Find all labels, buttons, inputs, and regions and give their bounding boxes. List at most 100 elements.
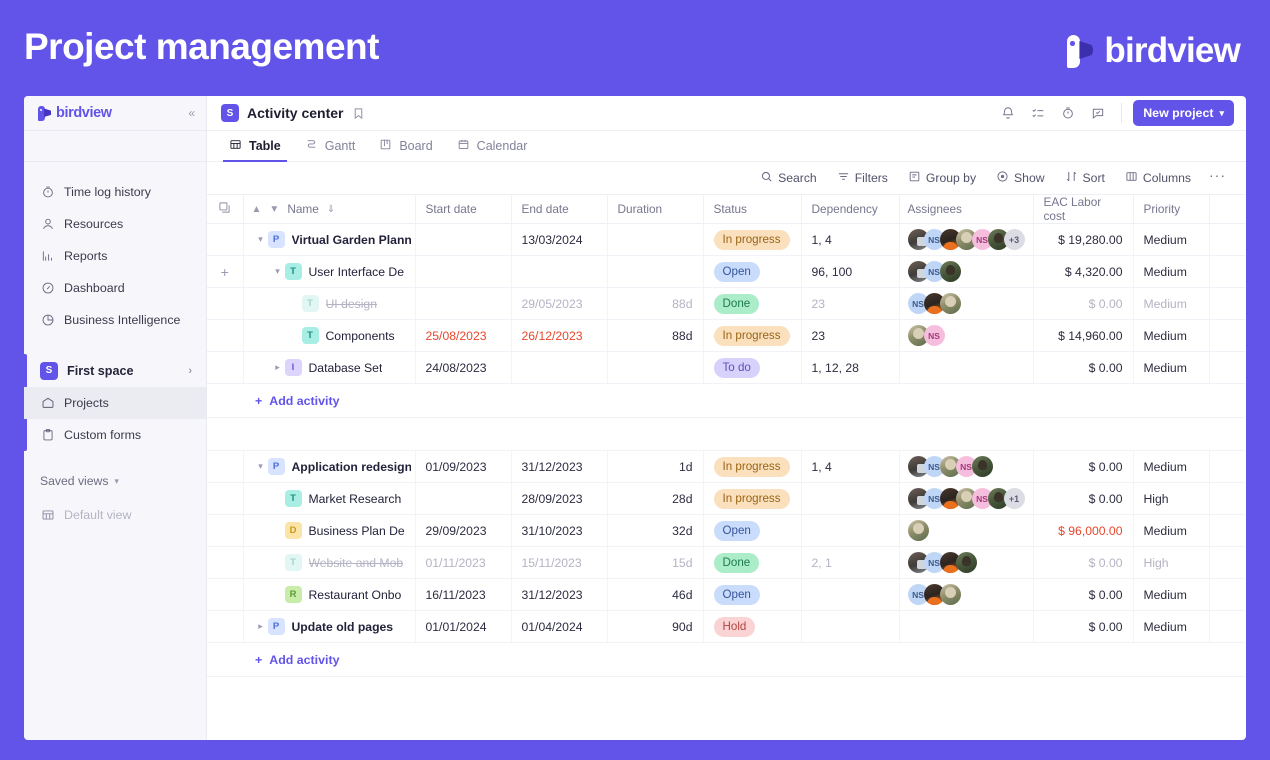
show-button[interactable]: Show xyxy=(986,170,1055,186)
expand-toggle-icon[interactable]: ▸ xyxy=(254,621,268,632)
priority-cell[interactable]: Medium xyxy=(1133,579,1209,611)
header-eac-labor-cost[interactable]: EAC Labor cost xyxy=(1033,195,1133,224)
header-name[interactable]: ▲ ▼ Name ⇓ xyxy=(243,195,415,224)
assignees-cell[interactable]: NS xyxy=(899,547,1033,579)
saved-views-section[interactable]: Saved views ▾ xyxy=(24,463,206,499)
avatar[interactable] xyxy=(940,261,961,282)
start-date-cell[interactable]: 01/09/2023 xyxy=(415,451,511,483)
end-date-cell[interactable]: 28/09/2023 xyxy=(511,483,607,515)
status-cell[interactable]: In progress xyxy=(703,451,801,483)
status-cell[interactable]: Open xyxy=(703,579,801,611)
filters-button[interactable]: Filters xyxy=(827,170,898,186)
start-date-cell[interactable] xyxy=(415,483,511,515)
chevron-double-left-icon[interactable]: « xyxy=(188,106,194,120)
row-name-cell[interactable]: TComponents xyxy=(243,320,415,352)
add-row-icon[interactable]: + xyxy=(221,264,229,280)
assignee-avatars[interactable]: NSNS xyxy=(908,456,1025,477)
chevron-down-icon[interactable]: ▾ xyxy=(114,476,119,487)
start-date-cell[interactable]: 16/11/2023 xyxy=(415,579,511,611)
sidebar-item-time-log-history[interactable]: Time log history xyxy=(24,176,206,208)
assignee-avatars[interactable]: NSNS+3 xyxy=(908,229,1025,250)
priority-cell[interactable]: High xyxy=(1133,547,1209,579)
tab-table[interactable]: Table xyxy=(217,131,293,161)
sidebar-logo[interactable]: birdview xyxy=(38,105,112,122)
assignees-cell[interactable]: NSNS+1 xyxy=(899,483,1033,515)
row-select-cell[interactable] xyxy=(207,515,243,547)
checklist-icon[interactable] xyxy=(1024,100,1052,126)
row-select-cell[interactable] xyxy=(207,288,243,320)
sidebar-search-slot[interactable] xyxy=(24,131,206,162)
end-date-cell[interactable]: 26/12/2023 xyxy=(511,320,607,352)
assignees-cell[interactable]: NS xyxy=(899,320,1033,352)
assignees-cell[interactable] xyxy=(899,352,1033,384)
avatar-overflow-count[interactable]: +1 xyxy=(1004,488,1025,509)
row-name-cell[interactable]: TWebsite and Mob xyxy=(243,547,415,579)
sidebar-item-resources[interactable]: Resources xyxy=(24,208,206,240)
duration-cell[interactable]: 28d xyxy=(607,483,703,515)
start-date-cell[interactable]: 01/01/2024 xyxy=(415,611,511,643)
assignees-cell[interactable]: NS xyxy=(899,256,1033,288)
tab-gantt[interactable]: Gantt xyxy=(293,131,368,161)
add-activity-button[interactable]: +Add activity xyxy=(217,394,339,408)
duration-cell[interactable]: 46d xyxy=(607,579,703,611)
start-date-cell[interactable]: 25/08/2023 xyxy=(415,320,511,352)
duration-cell[interactable] xyxy=(607,352,703,384)
add-activity-row[interactable]: +Add activity xyxy=(207,384,1245,418)
dependency-cell[interactable]: 23 xyxy=(801,288,899,320)
dependency-cell[interactable]: 23 xyxy=(801,320,899,352)
header-select-all[interactable] xyxy=(207,195,243,224)
status-cell[interactable]: Open xyxy=(703,256,801,288)
table-row[interactable]: RRestaurant Onbo16/11/202331/12/202346dO… xyxy=(207,579,1245,611)
collapse-toggle-icon[interactable]: ▾ xyxy=(271,266,285,277)
collapse-all-icon[interactable]: ▲ xyxy=(252,204,262,215)
status-cell[interactable]: To do xyxy=(703,352,801,384)
start-date-cell[interactable]: 24/08/2023 xyxy=(415,352,511,384)
assignee-avatars[interactable] xyxy=(908,520,1025,541)
add-activity-cell[interactable]: +Add activity xyxy=(207,384,1245,418)
status-cell[interactable]: Open xyxy=(703,515,801,547)
row-name-cell[interactable]: TMarket Research xyxy=(243,483,415,515)
expand-all-icon[interactable]: ▼ xyxy=(269,204,279,215)
start-date-cell[interactable] xyxy=(415,224,511,256)
assignees-cell[interactable]: NSNS xyxy=(899,451,1033,483)
end-date-cell[interactable]: 01/04/2024 xyxy=(511,611,607,643)
priority-cell[interactable]: Medium xyxy=(1133,224,1209,256)
row-select-cell[interactable]: + xyxy=(207,256,243,288)
row-select-cell[interactable] xyxy=(207,483,243,515)
assignee-avatars[interactable]: NS xyxy=(908,584,1025,605)
priority-cell[interactable]: Medium xyxy=(1133,288,1209,320)
new-project-button[interactable]: New project ▾ xyxy=(1133,100,1234,126)
priority-cell[interactable]: Medium xyxy=(1133,352,1209,384)
sidebar-item-dashboard[interactable]: Dashboard xyxy=(24,272,206,304)
header-status[interactable]: Status xyxy=(703,195,801,224)
avatar-overflow-count[interactable]: +3 xyxy=(1004,229,1025,250)
row-name-cell[interactable]: ▾PVirtual Garden Planne xyxy=(243,224,415,256)
dependency-cell[interactable] xyxy=(801,515,899,547)
eac-labor-cost-cell[interactable]: $ 0.00 xyxy=(1033,451,1133,483)
end-date-cell[interactable]: 13/03/2024 xyxy=(511,224,607,256)
collapse-toggle-icon[interactable]: ▾ xyxy=(254,461,268,472)
eac-labor-cost-cell[interactable]: $ 0.00 xyxy=(1033,579,1133,611)
collapse-toggle-icon[interactable]: ▾ xyxy=(254,234,268,245)
header-assignees[interactable]: Assignees xyxy=(899,195,1033,224)
status-cell[interactable]: Done xyxy=(703,288,801,320)
duration-cell[interactable]: 32d xyxy=(607,515,703,547)
sort-button[interactable]: Sort xyxy=(1055,170,1115,186)
end-date-cell[interactable]: 29/05/2023 xyxy=(511,288,607,320)
table-row[interactable]: TWebsite and Mob01/11/202315/11/202315dD… xyxy=(207,547,1245,579)
row-select-cell[interactable] xyxy=(207,320,243,352)
columns-button[interactable]: Columns xyxy=(1115,170,1201,186)
row-name-cell[interactable]: ▸PUpdate old pages xyxy=(243,611,415,643)
dependency-cell[interactable]: 1, 12, 28 xyxy=(801,352,899,384)
priority-cell[interactable]: Medium xyxy=(1133,256,1209,288)
row-name-cell[interactable]: RRestaurant Onbo xyxy=(243,579,415,611)
priority-cell[interactable]: Medium xyxy=(1133,611,1209,643)
dependency-cell[interactable] xyxy=(801,611,899,643)
end-date-cell[interactable] xyxy=(511,256,607,288)
duration-cell[interactable]: 90d xyxy=(607,611,703,643)
table-row[interactable]: DBusiness Plan De29/09/202331/10/202332d… xyxy=(207,515,1245,547)
assignee-avatars[interactable]: NS xyxy=(908,325,1025,346)
eac-labor-cost-cell[interactable]: $ 14,960.00 xyxy=(1033,320,1133,352)
priority-cell[interactable]: Medium xyxy=(1133,320,1209,352)
add-activity-cell[interactable]: +Add activity xyxy=(207,643,1245,677)
